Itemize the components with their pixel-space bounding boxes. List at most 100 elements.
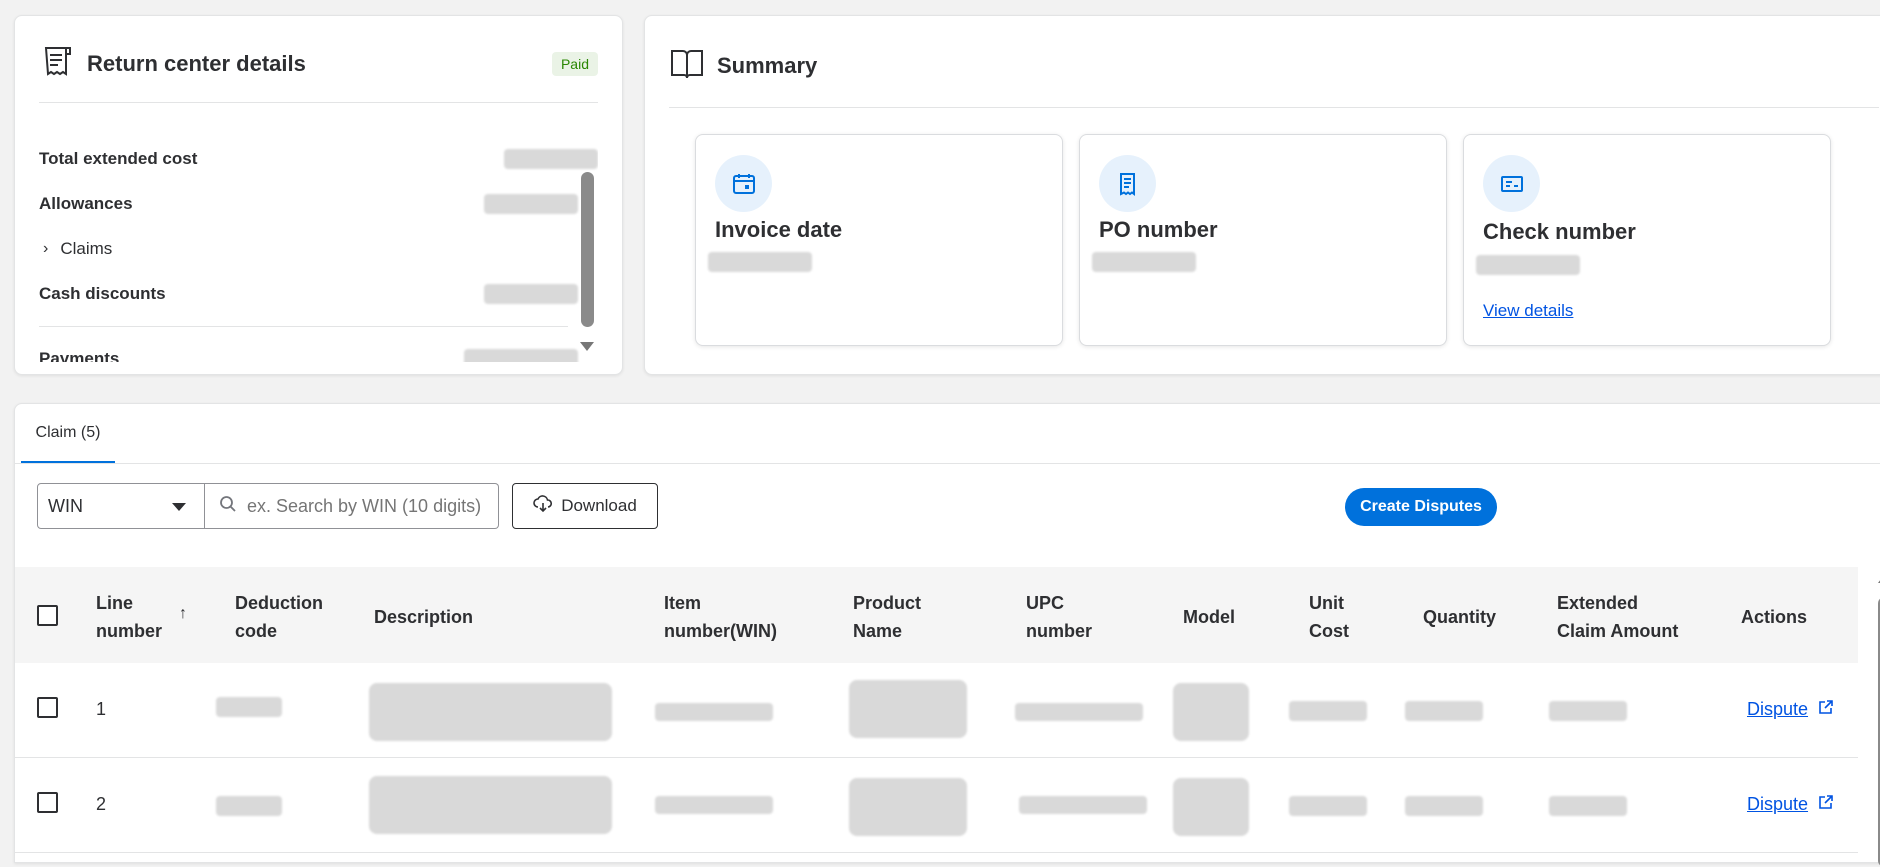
- search-field[interactable]: [205, 483, 499, 529]
- redacted-value: [369, 776, 612, 834]
- redacted-value: [1405, 701, 1483, 721]
- scrollbar-thumb[interactable]: [581, 172, 594, 327]
- line-number: 1: [96, 699, 107, 719]
- summary-title: Summary: [717, 53, 818, 78]
- view-details-link[interactable]: View details: [1483, 301, 1573, 321]
- invoice-date-label: Invoice date: [715, 217, 843, 242]
- receipt-icon: [1099, 155, 1156, 212]
- chevron-right-icon[interactable]: ›: [43, 240, 48, 258]
- redacted-value: [1405, 796, 1483, 816]
- external-link-icon: [1818, 794, 1834, 815]
- redacted-value: [464, 349, 578, 362]
- cash-discounts-row: Cash discounts: [39, 281, 578, 307]
- invoice-date-card: Invoice date: [695, 134, 1063, 346]
- redacted-value: [655, 703, 773, 721]
- row-label: Payments: [39, 349, 120, 362]
- redacted-value: [1289, 796, 1367, 816]
- return-center-title: Return center details: [87, 51, 306, 76]
- col-extended-claim-amount: Extended Claim Amount: [1557, 593, 1679, 641]
- redacted-value: [655, 796, 773, 814]
- redacted-value: [849, 680, 967, 738]
- return-center-card: Return center details Paid Total extende…: [14, 15, 623, 375]
- sort-ascending-icon[interactable]: ↑: [179, 605, 187, 623]
- return-center-header: Return center details Paid: [39, 44, 598, 84]
- po-number-card: PO number: [1079, 134, 1447, 346]
- redacted-value: [216, 796, 282, 816]
- redacted-value: [504, 149, 598, 169]
- po-number-label: PO number: [1099, 217, 1218, 242]
- redacted-value: [1173, 683, 1249, 741]
- cloud-download-icon: [533, 494, 553, 519]
- redacted-value: [484, 194, 578, 214]
- redacted-value: [1173, 778, 1249, 836]
- col-line-number[interactable]: Line number: [96, 589, 162, 645]
- redacted-value: [1289, 701, 1367, 721]
- row-label: Claims: [60, 239, 113, 258]
- check-icon: [1483, 155, 1540, 212]
- col-actions: Actions: [1741, 607, 1808, 627]
- redacted-value: [369, 683, 612, 741]
- dispute-link[interactable]: Dispute: [1747, 794, 1834, 815]
- table-header: Line number ↑ Deduction code Description I…: [15, 567, 1858, 663]
- divider: [39, 326, 568, 327]
- select-all-checkbox[interactable]: [37, 605, 58, 626]
- dispute-link[interactable]: Dispute: [1747, 699, 1834, 720]
- redacted-value: [849, 778, 967, 836]
- row-label: Allowances: [39, 194, 133, 213]
- row-checkbox[interactable]: [37, 792, 58, 813]
- download-button[interactable]: Download: [512, 483, 658, 529]
- summary-card: Summary Invoice date PO number Check num…: [644, 15, 1880, 375]
- col-upc-number: UPC number: [1026, 593, 1093, 641]
- dispute-label: Dispute: [1747, 699, 1809, 719]
- external-link-icon: [1818, 699, 1834, 720]
- redacted-value: [1019, 796, 1147, 814]
- calendar-icon: [715, 155, 772, 212]
- table-scrollbar[interactable]: [1875, 567, 1880, 867]
- payments-row: Payments: [39, 346, 578, 362]
- claims-toolbar: WIN Download: [37, 483, 658, 529]
- col-description: Description: [374, 607, 474, 627]
- claims-row[interactable]: › Claims: [39, 236, 568, 262]
- col-quantity: Quantity: [1423, 607, 1497, 627]
- redacted-value: [484, 284, 578, 304]
- redacted-value: [1549, 796, 1627, 816]
- receipt-icon: [39, 44, 75, 85]
- search-icon: [219, 495, 237, 518]
- redacted-value: [216, 697, 282, 717]
- redacted-value: [1476, 255, 1580, 275]
- col-product-name: Product Name: [853, 593, 922, 641]
- tab-claim[interactable]: Claim (5): [21, 404, 115, 464]
- search-input[interactable]: [247, 495, 487, 517]
- book-icon: [669, 46, 705, 87]
- scroll-down-arrow[interactable]: [580, 342, 594, 351]
- redacted-value: [708, 252, 812, 272]
- summary-header: Summary: [669, 46, 817, 86]
- col-item-number: Item number(WIN): [664, 593, 777, 641]
- claims-section: Claim (5) WIN Download Create Disputes L…: [14, 403, 1880, 867]
- check-number-card: Check number View details: [1463, 134, 1831, 346]
- allowances-row: Allowances: [39, 191, 578, 217]
- col-deduction-code: Deduction code: [235, 593, 323, 641]
- create-disputes-button[interactable]: Create Disputes: [1345, 488, 1497, 526]
- download-label: Download: [561, 496, 637, 515]
- divider: [15, 463, 1880, 464]
- filter-select[interactable]: WIN: [37, 483, 205, 529]
- redacted-value: [1549, 701, 1627, 721]
- table-row: 1 Dispute: [15, 663, 1858, 758]
- col-model: Model: [1183, 607, 1235, 627]
- col-unit-cost: Unit Cost: [1309, 593, 1349, 641]
- filter-select-value: WIN: [48, 495, 83, 516]
- dispute-label: Dispute: [1747, 794, 1809, 814]
- redacted-value: [1015, 703, 1143, 721]
- line-number: 2: [96, 794, 107, 814]
- divider: [669, 107, 1879, 108]
- divider: [39, 102, 598, 103]
- row-label: Total extended cost: [39, 149, 198, 168]
- check-number-label: Check number: [1483, 219, 1636, 244]
- total-extended-cost-row: Total extended cost: [39, 146, 598, 172]
- row-label: Cash discounts: [39, 284, 166, 303]
- row-checkbox[interactable]: [37, 697, 58, 718]
- return-center-list[interactable]: Total extended cost Allowances › Claims C…: [39, 126, 598, 362]
- redacted-value: [1092, 252, 1196, 272]
- table-row: 2 Dispute: [15, 758, 1858, 853]
